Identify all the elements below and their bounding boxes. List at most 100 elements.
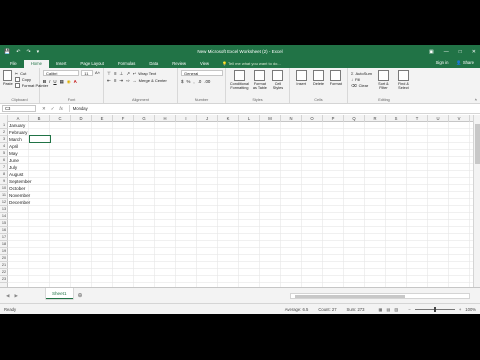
next-sheet-icon[interactable]: ▶ — [14, 293, 17, 299]
row-header[interactable]: 11 — [0, 192, 8, 199]
row-header[interactable]: 21 — [0, 262, 8, 269]
row-header[interactable]: 12 — [0, 199, 8, 206]
zoom-in-icon[interactable]: + — [459, 307, 461, 312]
row-header[interactable]: 4 — [0, 143, 8, 150]
row-header[interactable]: 2 — [0, 129, 8, 136]
sign-in-link[interactable]: Sign in — [436, 60, 449, 66]
underline-icon[interactable]: U — [53, 79, 56, 84]
column-header[interactable]: M — [260, 115, 281, 122]
close-icon[interactable]: ✕ — [472, 49, 476, 55]
bold-icon[interactable]: B — [43, 79, 46, 84]
percent-icon[interactable]: % — [186, 79, 190, 84]
row-header[interactable]: 17 — [0, 234, 8, 241]
undo-icon[interactable]: ↶ — [16, 49, 20, 55]
maximize-icon[interactable]: □ — [459, 49, 462, 55]
column-header[interactable]: L — [239, 115, 260, 122]
cell[interactable]: August — [8, 171, 23, 178]
tab-insert[interactable]: Insert — [49, 60, 73, 68]
row-header[interactable]: 7 — [0, 164, 8, 171]
borders-icon[interactable]: ▦ — [60, 79, 64, 85]
tab-home[interactable]: Home — [23, 60, 49, 68]
column-header[interactable]: U — [428, 115, 449, 122]
cell[interactable]: May — [8, 150, 18, 157]
row-header[interactable]: 6 — [0, 157, 8, 164]
minimize-icon[interactable]: — — [444, 49, 449, 55]
horizontal-scrollbar[interactable] — [290, 292, 470, 299]
fill-color-icon[interactable]: ◉ — [67, 79, 71, 85]
name-box[interactable]: C3 — [2, 105, 36, 112]
select-all-corner[interactable] — [0, 115, 8, 122]
tab-formulas[interactable]: Formulas — [111, 60, 142, 68]
cell[interactable]: January — [8, 122, 25, 129]
align-right-icon[interactable]: ⇥ — [119, 78, 123, 84]
add-sheet-icon[interactable]: ⊕ — [78, 292, 83, 299]
font-size-select[interactable]: 11 — [81, 70, 93, 76]
column-header[interactable]: S — [386, 115, 407, 122]
column-header[interactable]: R — [365, 115, 386, 122]
tab-review[interactable]: Review — [165, 60, 193, 68]
wrap-text-button[interactable]: ↵ Wrap Text — [133, 71, 156, 77]
cell[interactable]: March — [8, 136, 22, 143]
row-header[interactable]: 10 — [0, 185, 8, 192]
row-header[interactable]: 23 — [0, 276, 8, 283]
currency-icon[interactable]: $ — [181, 79, 183, 84]
column-header[interactable]: A — [8, 115, 29, 122]
indent-icon[interactable]: ⇨ — [126, 78, 130, 84]
font-color-icon[interactable]: A — [74, 79, 77, 84]
number-format-select[interactable]: General — [181, 70, 223, 76]
grow-font-icon[interactable]: A˄ — [95, 70, 100, 76]
column-header[interactable]: T — [407, 115, 428, 122]
tab-file[interactable]: File — [3, 60, 24, 68]
font-family-select[interactable]: Calibri — [43, 70, 80, 76]
column-header[interactable]: Q — [344, 115, 365, 122]
column-header[interactable]: V — [449, 115, 470, 122]
page-layout-view-icon[interactable]: ▤ — [386, 307, 390, 312]
tab-data[interactable]: Data — [142, 60, 165, 68]
column-header[interactable]: O — [302, 115, 323, 122]
column-header[interactable]: J — [197, 115, 218, 122]
column-header[interactable]: C — [50, 115, 71, 122]
row-header[interactable]: 14 — [0, 213, 8, 220]
align-bottom-icon[interactable]: ⊥ — [119, 71, 123, 77]
prev-sheet-icon[interactable]: ◀ — [6, 293, 9, 299]
zoom-slider-knob[interactable] — [433, 306, 436, 312]
horizontal-scroll-thumb[interactable] — [295, 294, 405, 298]
redo-icon[interactable]: ↷ — [26, 49, 30, 55]
cell[interactable]: November — [8, 192, 30, 199]
row-header[interactable]: 1 — [0, 122, 8, 129]
tab-view[interactable]: View — [193, 60, 216, 68]
collapse-ribbon-icon[interactable]: ˄ — [475, 97, 477, 102]
vertical-scrollbar[interactable] — [473, 115, 480, 287]
row-header[interactable]: 22 — [0, 269, 8, 276]
sheet-tab-sheet1[interactable]: Sheet1 — [45, 288, 73, 299]
confirm-entry-icon[interactable]: ✓ — [51, 106, 55, 112]
cell[interactable]: October — [8, 185, 25, 192]
align-middle-icon[interactable]: ≡ — [114, 71, 117, 76]
insert-function-icon[interactable]: fx — [59, 106, 62, 112]
zoom-out-icon[interactable]: − — [408, 307, 410, 312]
worksheet-grid[interactable]: ABCDEFGHIJKLMNOPQRSTUVW 1234567891011121… — [0, 115, 473, 287]
row-header[interactable]: 5 — [0, 150, 8, 157]
row-header[interactable]: 15 — [0, 220, 8, 227]
clear-button[interactable]: ⌫ Clear — [351, 82, 372, 88]
column-header[interactable]: F — [113, 115, 134, 122]
zoom-level[interactable]: 100% — [465, 307, 476, 312]
cell-area[interactable] — [8, 122, 473, 287]
tab-page-layout[interactable]: Page Layout — [73, 60, 111, 68]
row-header[interactable]: 13 — [0, 206, 8, 213]
cell[interactable]: April — [8, 143, 18, 150]
column-header[interactable]: I — [176, 115, 197, 122]
increase-decimal-icon[interactable]: .0 — [198, 79, 202, 84]
row-header[interactable]: 3 — [0, 136, 8, 143]
row-header[interactable]: 18 — [0, 241, 8, 248]
row-header[interactable]: 19 — [0, 248, 8, 255]
page-break-view-icon[interactable]: ▥ — [394, 307, 398, 312]
decrease-decimal-icon[interactable]: .00 — [204, 79, 210, 84]
cell[interactable]: July — [8, 164, 17, 171]
share-button[interactable]: 👤 Share — [456, 60, 474, 66]
tell-me-box[interactable]: 💡 Tell me what you want to do... — [216, 60, 287, 68]
normal-view-icon[interactable]: ▦ — [378, 307, 382, 312]
align-left-icon[interactable]: ⇤ — [107, 78, 111, 84]
paste-button[interactable]: Paste — [3, 70, 13, 88]
ribbon-options-icon[interactable]: ▣ — [429, 49, 434, 55]
